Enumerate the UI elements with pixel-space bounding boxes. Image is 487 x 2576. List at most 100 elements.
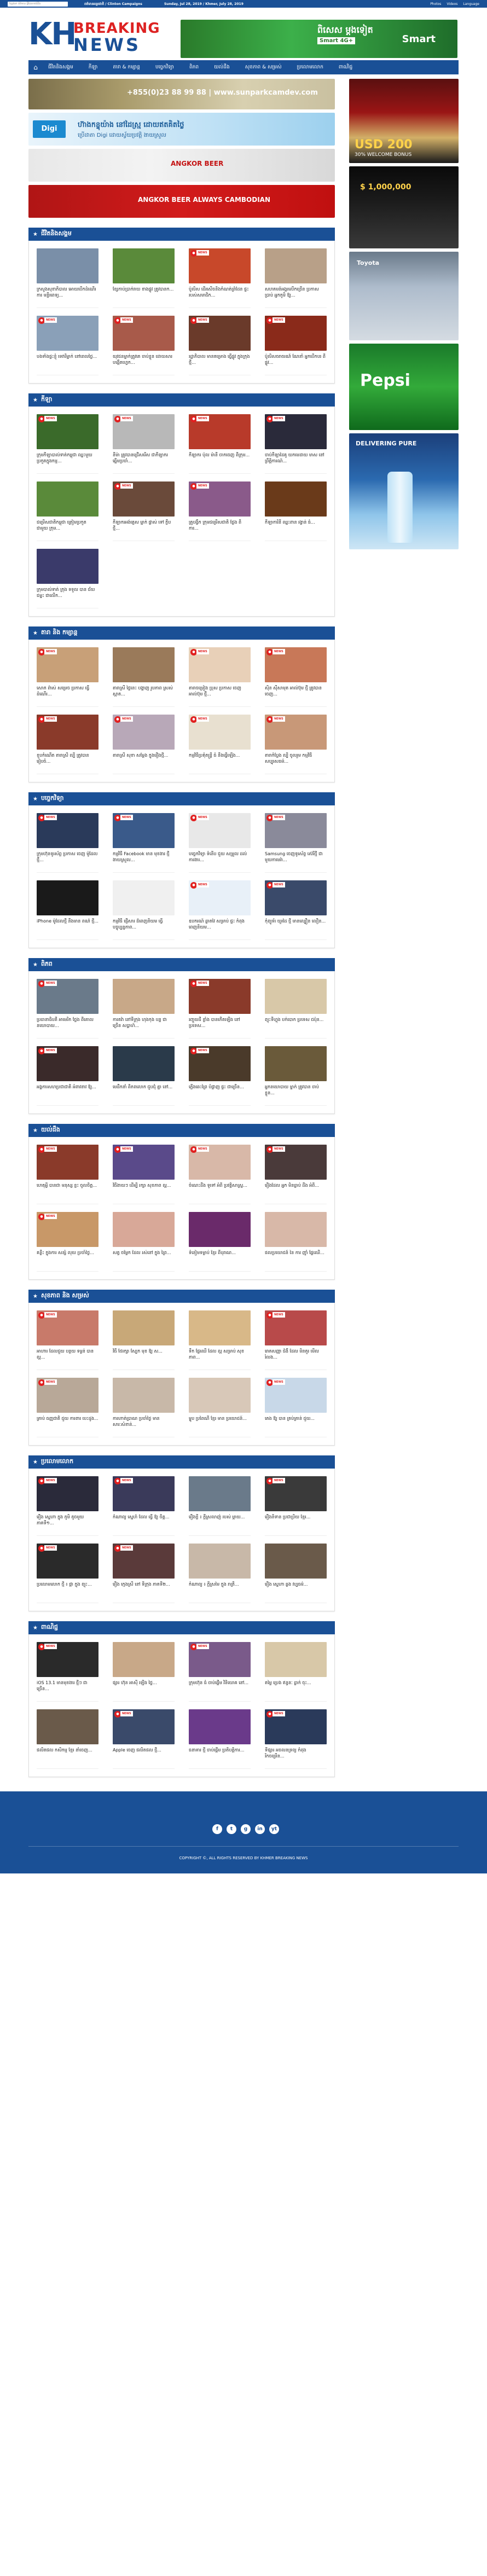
article-card[interactable]: ● NEWS ខួបកំណើត តារាស្រី ល្បី ត្រូវបានរៀបច… bbox=[37, 715, 98, 774]
article-thumbnail[interactable] bbox=[189, 1476, 251, 1511]
article-thumbnail[interactable] bbox=[113, 1212, 175, 1247]
article-title[interactable]: កម្មវិធី Facebook មាន មុខងារ ថ្មី ងាយស្រ… bbox=[113, 851, 175, 869]
article-thumbnail[interactable]: ● NEWS bbox=[265, 880, 327, 915]
article-title[interactable]: នីម៉ា ត្រូវបានជ្រើសរើស ជាកីឡាករ ឆ្នើមប្រ… bbox=[113, 452, 175, 470]
section-header[interactable]: ★ យល់ដឹង bbox=[28, 1124, 335, 1137]
article-thumbnail[interactable]: ● NEWS bbox=[37, 979, 98, 1014]
article-thumbnail[interactable]: ● NEWS bbox=[37, 414, 98, 449]
article-title[interactable]: អ្នកនយោបាយ ម្នាក់ ត្រូវបាន ចាប់ខ្លួន... bbox=[265, 1084, 327, 1102]
article-thumbnail[interactable]: ● NEWS bbox=[37, 1642, 98, 1677]
article-card[interactable]: ផ្សារ ហ៊ុន អាស៊ី ឡើង ថ្លៃ... bbox=[113, 1642, 175, 1702]
nav-item-sport[interactable]: កីឡា bbox=[81, 60, 106, 74]
nav-item-world[interactable]: ពិភព bbox=[182, 60, 206, 74]
nav-item-novel[interactable]: ប្រលោមលោក bbox=[289, 60, 331, 74]
article-thumbnail[interactable]: ● NEWS bbox=[189, 647, 251, 682]
article-card[interactable]: ទំនៀមទម្លាប់ ខ្មែរ ពីបុរាណ... bbox=[189, 1212, 251, 1272]
article-card[interactable]: ក្រសួងសុខាភិបាល អោយបើកដំណើរការ មន្ទីរពេទ… bbox=[37, 248, 98, 308]
article-title[interactable]: ប៉ូលិស ដើរសើចនិងកំណត់ព្រំដែន ផ្ទះរបស់សមា… bbox=[189, 286, 251, 304]
youtube-icon[interactable]: yt bbox=[269, 1824, 279, 1834]
top-link-videos[interactable]: Videos bbox=[447, 2, 457, 6]
article-card[interactable]: ក្រុមបាល់ទាត់ ក្រុង ទទួល បាន ជ័យជម្នះ ជា… bbox=[37, 549, 98, 608]
article-card[interactable]: ● NEWS រញ្ជួយដី ខ្លាំង បានកើតឡើង នៅ ប្រទេស… bbox=[189, 979, 251, 1038]
twitter-icon[interactable]: t bbox=[227, 1824, 236, 1834]
article-title[interactable]: រឿង ស្នេហា ឆ្លង វប្បធម៌... bbox=[265, 1581, 327, 1599]
article-title[interactable]: ក្រុមហ៊ុនទូរស័ព្ទ ប្រកាស ចេញ ម៉ូដែលថ្មី.… bbox=[37, 851, 98, 869]
article-title[interactable]: គ្រាប់ ធញ្ញជាតិ ជួយ ការពារ បេះដូង... bbox=[37, 1415, 98, 1434]
article-card[interactable]: ● NEWS Samsung ចេញទូរស័ព្ទ ស៊េរីថ្មី ជាមួយ… bbox=[265, 813, 327, 873]
article-thumbnail[interactable] bbox=[113, 1310, 175, 1345]
article-card[interactable]: ● NEWS រឿងនិទាន ប្រជាប្រិយ ខ្មែរ... bbox=[265, 1476, 327, 1536]
article-thumbnail[interactable] bbox=[265, 1212, 327, 1247]
article-title[interactable]: តារាស្រី ថ្ងៃនេះ បង្ហាញ រូបភាព ស្រស់ស្អា… bbox=[113, 685, 175, 703]
article-thumbnail[interactable]: ● NEWS bbox=[37, 1544, 98, 1579]
article-thumbnail[interactable]: ● NEWS bbox=[113, 1476, 175, 1511]
section-header[interactable]: ★ ពាណិជ្ជ bbox=[28, 1621, 335, 1634]
article-thumbnail[interactable]: ● NEWS bbox=[189, 979, 251, 1014]
article-card[interactable]: ● NEWS គន្លឹះ ក្នុងការ សន្សំ លុយ ប្រចាំថ្ង… bbox=[37, 1212, 98, 1272]
article-title[interactable]: កីឡាការិនី ឈ្នះពាន រង្វាន់ ធំ... bbox=[265, 519, 327, 537]
article-title[interactable]: អង្គការសហប្រជាជាតិ អំពាវនាវ ឱ្យ... bbox=[37, 1084, 98, 1102]
article-thumbnail[interactable]: ● NEWS bbox=[189, 481, 251, 517]
article-card[interactable]: ● NEWS នីម៉ា ត្រូវបានជ្រើសរើស ជាកីឡាករ ឆ្ន… bbox=[113, 414, 175, 474]
article-thumbnail[interactable] bbox=[37, 1709, 98, 1744]
article-title[interactable]: គេង ឱ្យ បាន គ្រប់គ្រាន់ ជួយ... bbox=[265, 1415, 327, 1434]
article-card[interactable]: ● NEWS រឿងដែល អ្នក មិនធ្លាប់ ដឹង អំពី... bbox=[265, 1145, 327, 1204]
article-title[interactable]: ប៉ូលិសចរាចរណ៍ ណែនាំ អ្នកបើកបរ ពីផ្លូវ... bbox=[265, 353, 327, 372]
section-header[interactable]: ★ សុខភាព និង សម្រស់ bbox=[28, 1290, 335, 1303]
article-title[interactable]: មេដឹកនាំ ពិភពលោក ជួបជុំ គ្នា នៅ... bbox=[113, 1084, 175, 1102]
google-plus-icon[interactable]: g bbox=[241, 1824, 251, 1834]
nav-item-life-society[interactable]: ជីវិតនិងសង្គម bbox=[40, 60, 81, 74]
article-card[interactable]: ● NEWS ទីផ្សារ អចលនទ្រព្យ កំពុង រីកចម្រើន.… bbox=[265, 1709, 327, 1769]
article-thumbnail[interactable]: ● NEWS bbox=[265, 1310, 327, 1345]
article-thumbnail[interactable]: ● NEWS bbox=[37, 1212, 98, 1247]
sidebar-ad-icelandic[interactable]: DELIVERING PURE bbox=[349, 433, 459, 549]
article-card[interactable]: កំណាព្យ ៖ ក្ដីស្រមៃ ក្នុង រាត្រី... bbox=[189, 1544, 251, 1603]
site-logo[interactable]: KH BREAKING NEWS bbox=[28, 15, 160, 56]
article-thumbnail[interactable] bbox=[189, 1378, 251, 1413]
article-thumbnail[interactable] bbox=[265, 1046, 327, 1081]
top-link-language[interactable]: Language bbox=[463, 2, 479, 6]
article-card[interactable]: ● NEWS ប៉ូលិស ដើរសើចនិងកំណត់ព្រំដែន ផ្ទះរប… bbox=[189, 248, 251, 308]
article-title[interactable]: ក្រុមហ៊ុន ធំ ចាប់ផ្ដើម វិនិយោគ នៅ... bbox=[189, 1680, 251, 1698]
article-card[interactable]: ● NEWS កម្មវិធីប្រគុំតន្ត្រី ធំ នឹងធ្វើឡើង… bbox=[189, 715, 251, 774]
article-thumbnail[interactable] bbox=[189, 1544, 251, 1579]
article-card[interactable]: ● NEWS រឿង ក្មេងស្រី នៅ ទីក្រុង ភាគទី២... bbox=[113, 1544, 175, 1603]
article-card[interactable]: ● NEWS អាហារ ដែលជួយ បន្ថយ ទម្ងន់ បានល្អ... bbox=[37, 1310, 98, 1370]
article-thumbnail[interactable]: ● NEWS bbox=[37, 316, 98, 351]
section-header[interactable]: ★ ជីវិតនិងសង្គម bbox=[28, 228, 335, 241]
article-thumbnail[interactable]: ● NEWS bbox=[265, 1476, 327, 1511]
article-thumbnail[interactable]: ● NEWS bbox=[265, 1378, 327, 1413]
article-thumbnail[interactable] bbox=[265, 1642, 327, 1677]
article-thumbnail[interactable]: ● NEWS bbox=[265, 414, 327, 449]
article-thumbnail[interactable]: ● NEWS bbox=[37, 715, 98, 750]
article-title[interactable]: ខួបកំណើត តារាស្រី ល្បី ត្រូវបានរៀបចំ... bbox=[37, 752, 98, 770]
article-card[interactable]: ជម្រើសជាតិកម្ពុជា ត្រៀមប្រកួត ជាមួយ ក្រុ… bbox=[37, 481, 98, 541]
article-thumbnail[interactable]: ● NEWS bbox=[37, 1378, 98, 1413]
article-card[interactable]: ● NEWS កុំព្យូទ័រ យួរដៃ ថ្មី មានល្បឿន លឿន.… bbox=[265, 880, 327, 940]
article-card[interactable]: ● NEWS សោភ ព៉ាស់ សម្រេច ប្រកាស ធ្វើដំណើរ..… bbox=[37, 647, 98, 707]
article-card[interactable]: ● NEWS រដ្ឋាភិបាល មានគម្រោង ធ្វើផ្លូវ ក្នុ… bbox=[189, 316, 251, 375]
article-title[interactable]: ផ្សារ ហ៊ុន អាស៊ី ឡើង ថ្លៃ... bbox=[113, 1680, 175, 1698]
nav-item-technology[interactable]: បច្ចេកវិទ្យា bbox=[148, 60, 182, 74]
article-thumbnail[interactable]: ● NEWS bbox=[189, 813, 251, 848]
search-input[interactable]: ស្វែងរក ព័ត៌មាន អ្វីដែលចង់ដឹង bbox=[8, 1, 68, 7]
article-thumbnail[interactable]: ● NEWS bbox=[113, 1544, 175, 1579]
article-title[interactable]: ផលប្រយោជន៍ នៃ ការ ញ៉ាំ ផ្លែឈើ... bbox=[265, 1250, 327, 1268]
section-header[interactable]: ★ បច្ចេកវិទ្យា bbox=[28, 792, 335, 805]
ad-banner-sunpark[interactable]: +855(0)23 88 99 88 | www.sunparkcamdev.c… bbox=[28, 79, 335, 109]
section-header[interactable]: ★ ប្រលោមលោក bbox=[28, 1455, 335, 1469]
article-thumbnail[interactable]: ● NEWS bbox=[113, 813, 175, 848]
article-thumbnail[interactable]: ● NEWS bbox=[37, 647, 98, 682]
nav-item-business[interactable]: ពាណិជ្ជ bbox=[331, 60, 360, 74]
article-title[interactable]: តារាកំប្លែង ល្បី ចូលរួម កម្មវិធី សប្បុរស… bbox=[265, 752, 327, 770]
article-thumbnail[interactable] bbox=[37, 481, 98, 517]
section-header[interactable]: ★ កីឡា bbox=[28, 393, 335, 407]
article-card[interactable]: ● NEWS ក្រុមហ៊ុនទូរស័ព្ទ ប្រកាស ចេញ ម៉ូដែល… bbox=[37, 813, 98, 873]
article-card[interactable]: វិធី ថែរក្សា ស្បែក មុខ ឱ្យ ស... bbox=[113, 1310, 175, 1370]
article-title[interactable]: សោភ ព៉ាស់ សម្រេច ប្រកាស ធ្វើដំណើរ... bbox=[37, 685, 98, 703]
article-title[interactable]: iPhone ម៉ូដែលថ្មី នឹងមាន ពណ៌ ថ្មី... bbox=[37, 918, 98, 936]
article-card[interactable]: ● NEWS កំណាព្យ ស្នេហ៍ ដែល ធ្វើ ឱ្យ ចិត្ត..… bbox=[113, 1476, 175, 1536]
article-card[interactable]: ● NEWS គេង ឱ្យ បាន គ្រប់គ្រាន់ ជួយ... bbox=[265, 1378, 327, 1437]
article-thumbnail[interactable] bbox=[37, 549, 98, 584]
article-title[interactable]: ឧបករណ៍ ឆ្លាតវៃ សម្រាប់ ផ្ទះ កំពុង ពេញនិយ… bbox=[189, 918, 251, 936]
